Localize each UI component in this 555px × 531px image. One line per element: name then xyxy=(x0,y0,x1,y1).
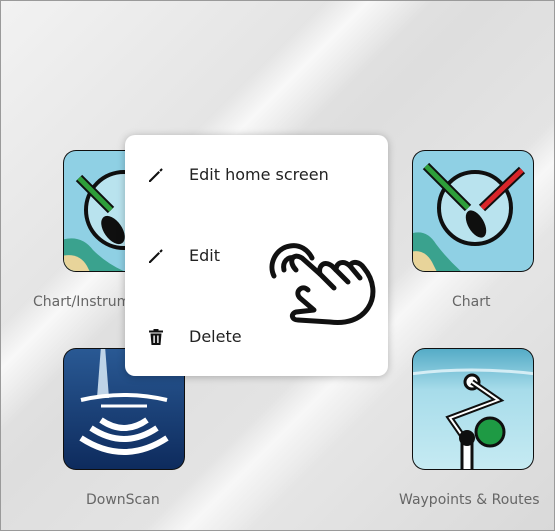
tap-gesture-hand-icon xyxy=(269,243,376,325)
app-tile-waypoints-routes[interactable] xyxy=(410,346,536,472)
app-label-waypoints-routes: Waypoints & Routes xyxy=(399,492,540,508)
menu-item-label: Edit xyxy=(189,246,220,265)
app-label-downscan: DownScan xyxy=(86,492,160,508)
app-tile-chart[interactable] xyxy=(410,148,536,274)
app-label-chart: Chart xyxy=(452,294,491,310)
waypoints-routes-icon xyxy=(412,348,534,470)
menu-item-edit-home-screen[interactable]: Edit home screen xyxy=(125,155,388,195)
trash-icon xyxy=(149,329,163,345)
pencil-icon xyxy=(149,168,163,182)
menu-item-label: Edit home screen xyxy=(189,165,329,184)
pencil-icon xyxy=(149,249,163,263)
menu-item-label: Delete xyxy=(189,327,242,346)
chart-icon xyxy=(412,150,534,272)
